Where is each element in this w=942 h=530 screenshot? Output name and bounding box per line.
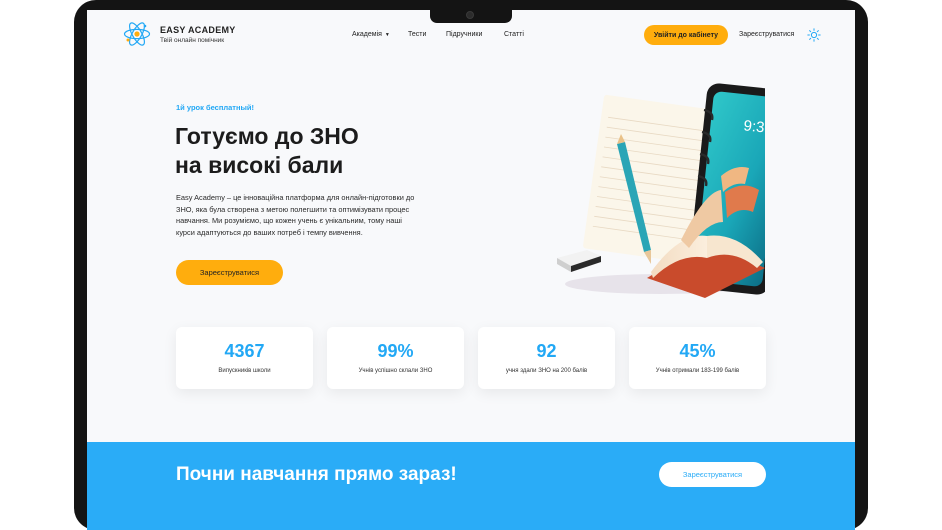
stat-card-graduates: 4367 Випускників школи [176, 327, 313, 389]
stat-card-200-points: 92 учня здали ЗНО на 200 балів [478, 327, 615, 389]
caret-down-icon: ▼ [384, 32, 390, 38]
hero-register-button[interactable]: Зареєструватися [176, 260, 283, 285]
sun-icon[interactable] [807, 28, 821, 42]
cta-heading: Почни навчання прямо зараз! [176, 464, 457, 485]
nav-item-articles[interactable]: Статті [504, 31, 524, 38]
hero-illustration: 9:30 [557, 83, 765, 298]
login-button[interactable]: Увійти до кабінету [644, 25, 728, 45]
eraser-illustration [557, 250, 601, 272]
cta-band: Почни навчання прямо зараз! Зареєструват… [87, 442, 855, 530]
nav-item-textbooks[interactable]: Підручники [446, 31, 482, 38]
nav-item-label: Академія [352, 31, 382, 38]
nav-item-academy[interactable]: Академія ▼ [352, 31, 390, 38]
brand-name[interactable]: EASY ACADEMY [160, 25, 236, 35]
hero-title: Готуємо до ЗНО на високі бали [175, 122, 475, 180]
register-link[interactable]: Зареєструватися [739, 31, 794, 38]
cta-register-button[interactable]: Зареєструватися [659, 462, 766, 487]
stat-value: 45% [679, 341, 716, 361]
hero-title-line2: на високі бали [175, 152, 344, 178]
stat-label: учня здали ЗНО на 200 балів [505, 368, 588, 374]
atom-logo-icon[interactable] [123, 20, 151, 48]
stat-label: Учнів отримали 183-199 балів [655, 368, 740, 374]
nav-item-tests[interactable]: Тести [408, 31, 426, 38]
stat-value: 92 [536, 341, 557, 361]
hero-title-line1: Готуємо до ЗНО [175, 123, 359, 149]
browser-viewport: EASY ACADEMY Твій онлайн помічник Академ… [87, 10, 855, 530]
stat-card-passed: 99% Учнів успішно склали ЗНО [327, 327, 464, 389]
stat-value: 4367 [224, 341, 265, 361]
hero-description: Easy Academy – це інноваційна платформа … [176, 193, 415, 237]
stat-label: Випускників школи [218, 368, 271, 374]
phone-clock: 9:30 [743, 117, 765, 137]
free-lesson-badge: 1й урок бесплатный! [176, 103, 254, 112]
camera-notch [430, 8, 512, 23]
stat-label: Учнів успішно склали ЗНО [358, 368, 433, 374]
stat-card-183-199: 45% Учнів отримали 183-199 балів [629, 327, 766, 389]
stat-value: 99% [377, 341, 414, 361]
brand-tagline: Твій онлайн помічник [160, 37, 225, 44]
webcam-icon [466, 11, 474, 19]
